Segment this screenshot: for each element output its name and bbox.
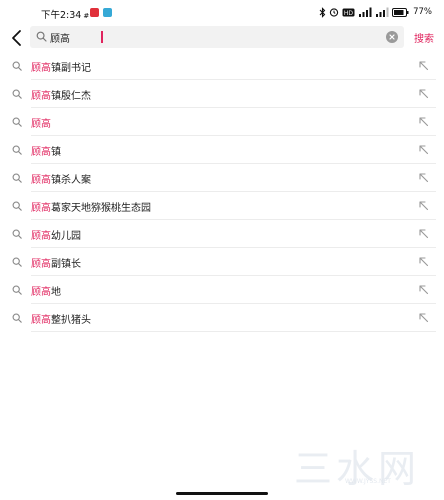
battery-percent: 77% <box>413 7 432 17</box>
suggestion-text: 顾高 <box>31 115 51 130</box>
arrow-up-left-icon[interactable] <box>418 116 429 127</box>
suggestion-text: 顾高镇杀人案 <box>31 171 91 186</box>
search-button[interactable]: 搜索 <box>414 30 434 45</box>
suggestion-text: 顾高幼儿园 <box>31 227 81 242</box>
arrow-up-left-icon[interactable] <box>418 172 429 183</box>
search-icon <box>12 117 22 127</box>
arrow-up-left-icon[interactable] <box>418 88 429 99</box>
search-icon <box>12 313 22 323</box>
arrow-up-left-icon[interactable] <box>418 256 429 267</box>
status-bar: 下午2:34 # HD 77% <box>0 0 444 24</box>
suggestion-highlight: 顾高 <box>31 119 51 130</box>
search-box[interactable] <box>30 26 404 48</box>
suggestion-highlight: 顾高 <box>31 259 51 270</box>
suggestion-text: 顾高地 <box>31 283 61 298</box>
suggestion-item[interactable]: 顾高镇副书记 <box>0 52 444 80</box>
battery-icon <box>392 7 409 17</box>
suggestion-text: 顾高整扒猪头 <box>31 311 91 326</box>
suggestion-highlight: 顾高 <box>31 203 51 214</box>
watermark-url: WWW.JYSS.NET <box>345 478 391 485</box>
text-caret <box>101 31 103 43</box>
arrow-up-left-icon[interactable] <box>418 60 429 71</box>
suggestion-item[interactable]: 顾高整扒猪头 <box>0 304 444 332</box>
status-network-marker: # <box>83 12 90 20</box>
home-indicator[interactable] <box>176 492 268 495</box>
arrow-up-left-icon[interactable] <box>418 144 429 155</box>
notification-app-icon-2 <box>103 8 112 17</box>
suggestion-highlight: 顾高 <box>31 287 51 298</box>
suggestion-highlight: 顾高 <box>31 147 51 158</box>
suggestion-rest: 镇 <box>51 147 61 158</box>
signal-icon-2 <box>376 7 389 17</box>
suggestion-rest: 副镇长 <box>51 259 81 270</box>
hd-icon: HD <box>342 8 355 17</box>
search-icon <box>12 61 22 71</box>
suggestion-rest: 整扒猪头 <box>51 315 91 326</box>
bluetooth-icon <box>319 6 326 18</box>
search-icon <box>36 31 47 42</box>
suggestion-item[interactable]: 顾高镇殷仁杰 <box>0 80 444 108</box>
suggestion-highlight: 顾高 <box>31 231 51 242</box>
suggestion-text: 顾高镇副书记 <box>31 59 91 74</box>
suggestion-rest: 镇殷仁杰 <box>51 91 91 102</box>
suggestion-text: 顾高镇殷仁杰 <box>31 87 91 102</box>
suggestion-item[interactable]: 顾高幼儿园 <box>0 220 444 248</box>
status-time: 下午2:34 # <box>41 7 89 21</box>
suggestion-item[interactable]: 顾高 <box>0 108 444 136</box>
suggestion-text: 顾高副镇长 <box>31 255 81 270</box>
suggestion-item[interactable]: 顾高地 <box>0 276 444 304</box>
suggestion-rest: 葛家天地猕猴桃生态园 <box>51 203 151 214</box>
arrow-up-left-icon[interactable] <box>418 200 429 211</box>
suggestion-text: 顾高镇 <box>31 143 61 158</box>
suggestion-item[interactable]: 顾高镇 <box>0 136 444 164</box>
suggestion-highlight: 顾高 <box>31 175 51 186</box>
suggestion-rest: 幼儿园 <box>51 231 81 242</box>
suggestion-item[interactable]: 顾高葛家天地猕猴桃生态园 <box>0 192 444 220</box>
search-icon <box>12 173 22 183</box>
search-icon <box>12 89 22 99</box>
search-icon <box>12 145 22 155</box>
arrow-up-left-icon[interactable] <box>418 228 429 239</box>
suggestion-highlight: 顾高 <box>31 63 51 74</box>
suggestion-rest: 镇副书记 <box>51 63 91 74</box>
search-icon <box>12 285 22 295</box>
status-time-text: 下午2:34 <box>41 10 82 21</box>
arrow-up-left-icon[interactable] <box>418 284 429 295</box>
search-icon <box>12 257 22 267</box>
arrow-up-left-icon[interactable] <box>418 312 429 323</box>
signal-icon <box>359 7 372 17</box>
svg-text:HD: HD <box>344 10 354 17</box>
suggestion-highlight: 顾高 <box>31 91 51 102</box>
status-icons: HD 77% <box>319 5 432 19</box>
suggestion-highlight: 顾高 <box>31 315 51 326</box>
suggestion-item[interactable]: 顾高镇杀人案 <box>0 164 444 192</box>
alarm-icon <box>329 8 339 17</box>
notification-app-icon <box>90 8 99 17</box>
search-icon <box>12 201 22 211</box>
suggestion-item[interactable]: 顾高副镇长 <box>0 248 444 276</box>
search-header: 搜索 <box>0 24 444 52</box>
suggestion-text: 顾高葛家天地猕猴桃生态园 <box>31 199 151 214</box>
search-icon <box>12 229 22 239</box>
suggestion-rest: 镇杀人案 <box>51 175 91 186</box>
suggestion-rest: 地 <box>51 287 61 298</box>
chevron-left-icon[interactable] <box>8 27 26 49</box>
divider <box>31 331 436 332</box>
clear-icon[interactable] <box>386 31 398 43</box>
